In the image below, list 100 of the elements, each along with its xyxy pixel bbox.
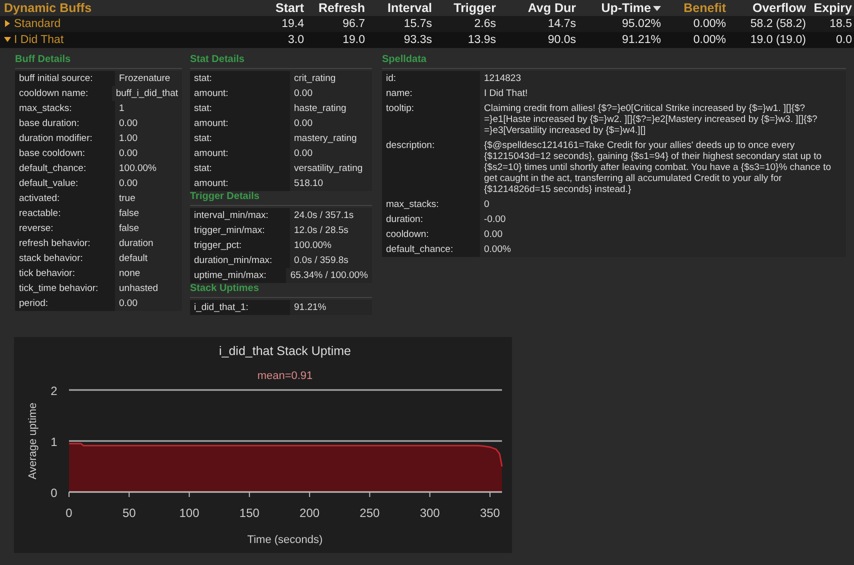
field-value: Claiming credit from allies! {$?=}e0[Critical Strike increased by {$=}w1. ][]{$?=}e1[Haste increased by {$=}w2. ][]{$?=}e2[Mastery increased by {$=}w3. ][]{$?=}e3[Versatility increased by {$=}w4.][] bbox=[480, 101, 846, 138]
y-axis-label: Average uptime bbox=[27, 402, 39, 480]
field-value: 0.00 bbox=[290, 116, 372, 131]
field-label: amount: bbox=[190, 176, 290, 191]
x-tick-label: 200 bbox=[300, 506, 320, 520]
table-cell-text: 0.00% bbox=[692, 18, 726, 30]
table-cell-text: 18.5 bbox=[828, 18, 852, 30]
field-value: haste_rating bbox=[290, 101, 372, 116]
field-label: duration modifier: bbox=[15, 131, 115, 146]
toggle-triangle-icon bbox=[4, 36, 11, 43]
column-header[interactable]: Overflow bbox=[726, 1, 806, 15]
field-value: duration bbox=[115, 236, 182, 251]
table-cell-text: 15.7s bbox=[402, 18, 432, 30]
field-label: default_value: bbox=[15, 176, 115, 191]
field-value: 0.00% bbox=[480, 242, 846, 257]
field-value: false bbox=[115, 206, 182, 221]
field-label: i_did_that_1: bbox=[190, 300, 290, 315]
field-value: 24.0s / 357.1s bbox=[290, 208, 372, 223]
field-label: period: bbox=[15, 296, 115, 311]
field-value: 518.10 bbox=[290, 176, 372, 191]
row-name[interactable]: Standard bbox=[0, 18, 262, 30]
field-label: tick_time behavior: bbox=[15, 281, 115, 296]
table-cell-text: 93.3s bbox=[402, 34, 432, 46]
x-tick-label: 150 bbox=[239, 506, 260, 520]
section-title: Stack Uptimes bbox=[190, 283, 372, 298]
field-value: 100.00% bbox=[290, 238, 372, 253]
column-header[interactable]: Refresh bbox=[304, 1, 365, 15]
section-title: Spelldata bbox=[382, 54, 846, 69]
field-label: trigger_min/max: bbox=[190, 223, 290, 238]
field-label: stat: bbox=[190, 71, 290, 86]
field-label: buff initial source: bbox=[15, 71, 115, 86]
field-label: interval_min/max: bbox=[190, 208, 290, 223]
table-cell-text: 19.0 (19.0) bbox=[749, 34, 806, 46]
field-value: 1 bbox=[115, 101, 182, 116]
table-cell-text: 95.02% bbox=[620, 18, 661, 30]
table-cell-text: 2.6s bbox=[473, 18, 496, 30]
field-value: 91.21% bbox=[290, 300, 372, 315]
x-tick-label: 350 bbox=[480, 506, 500, 520]
table-cell-text: 58.2 (58.2) bbox=[749, 18, 806, 30]
field-label: amount: bbox=[190, 116, 290, 131]
field-label: refresh behavior: bbox=[15, 236, 115, 251]
field-label: amount: bbox=[190, 146, 290, 161]
table-cell-text: 14.7s bbox=[546, 18, 576, 30]
chart-title: i_did_that Stack Uptime bbox=[219, 344, 351, 358]
column-header[interactable]: Start bbox=[262, 1, 304, 15]
toggle-triangle-icon bbox=[4, 20, 11, 27]
field-label: trigger_pct: bbox=[190, 238, 290, 253]
column-header[interactable]: Benefit bbox=[661, 1, 726, 15]
field-label: duration_min/max: bbox=[190, 253, 290, 268]
field-label: activated: bbox=[15, 191, 115, 206]
field-label: default_chance: bbox=[15, 161, 115, 176]
field-value: 0.00 bbox=[290, 86, 372, 101]
table-cell-text: 19.4 bbox=[280, 18, 304, 30]
x-axis-label: Time (seconds) bbox=[247, 534, 323, 546]
field-value: versatility_rating bbox=[290, 161, 372, 176]
field-label: reactable: bbox=[15, 206, 115, 221]
field-label: default_chance: bbox=[382, 242, 480, 257]
field-value: default bbox=[115, 251, 182, 266]
field-value: 1214823 bbox=[480, 71, 846, 86]
column-header[interactable]: Expiry bbox=[806, 1, 852, 15]
x-tick-label: 250 bbox=[360, 506, 380, 520]
field-label: name: bbox=[382, 86, 480, 101]
table-title: Dynamic Buffs bbox=[3, 1, 93, 15]
column-header[interactable]: Interval bbox=[365, 1, 432, 15]
table-cell-text: 96.7 bbox=[342, 18, 365, 30]
field-value: Frozenature bbox=[115, 71, 182, 86]
field-value: 0.00 bbox=[290, 146, 372, 161]
field-label: tooltip: bbox=[382, 101, 480, 138]
section-title: Buff Details bbox=[15, 54, 182, 69]
field-value: -0.00 bbox=[480, 212, 846, 227]
table-cell-text: 13.9s bbox=[466, 34, 496, 46]
table-cell-text: 3.0 bbox=[287, 34, 304, 46]
field-value: 0.00 bbox=[115, 116, 182, 131]
table-cell-text: 91.21% bbox=[620, 34, 661, 46]
field-label: stat: bbox=[190, 161, 290, 176]
field-value: buff_i_did_that bbox=[112, 86, 182, 101]
field-label: max_stacks: bbox=[382, 197, 480, 212]
mean-label: mean=0.91 bbox=[257, 370, 313, 382]
column-header[interactable]: Up-Time bbox=[576, 1, 661, 15]
row-name[interactable]: I Did That bbox=[0, 34, 262, 46]
field-label: stat: bbox=[190, 131, 290, 146]
field-label: description: bbox=[382, 138, 480, 197]
column-header[interactable]: Trigger bbox=[432, 1, 496, 15]
x-tick-label: 0 bbox=[66, 506, 72, 520]
field-label: base cooldown: bbox=[15, 146, 115, 161]
field-label: max_stacks: bbox=[15, 101, 115, 116]
y-tick-label: 2 bbox=[50, 384, 58, 398]
column-header[interactable]: Avg Dur bbox=[496, 1, 576, 15]
field-value: 0.0s / 359.8s bbox=[290, 253, 372, 268]
field-value: crit_rating bbox=[290, 71, 372, 86]
field-value: 12.0s / 28.5s bbox=[290, 223, 372, 238]
field-value: true bbox=[115, 191, 182, 206]
y-tick-label: 0 bbox=[50, 486, 58, 500]
field-value: 0.00 bbox=[115, 146, 182, 161]
sort-caret-icon bbox=[653, 6, 661, 12]
section-title: Trigger Details bbox=[190, 191, 372, 206]
table-cell-text: 90.0s bbox=[546, 34, 576, 46]
field-value: unhasted bbox=[115, 281, 182, 296]
x-tick-label: 50 bbox=[122, 506, 136, 520]
section-title: Stat Details bbox=[190, 54, 372, 69]
